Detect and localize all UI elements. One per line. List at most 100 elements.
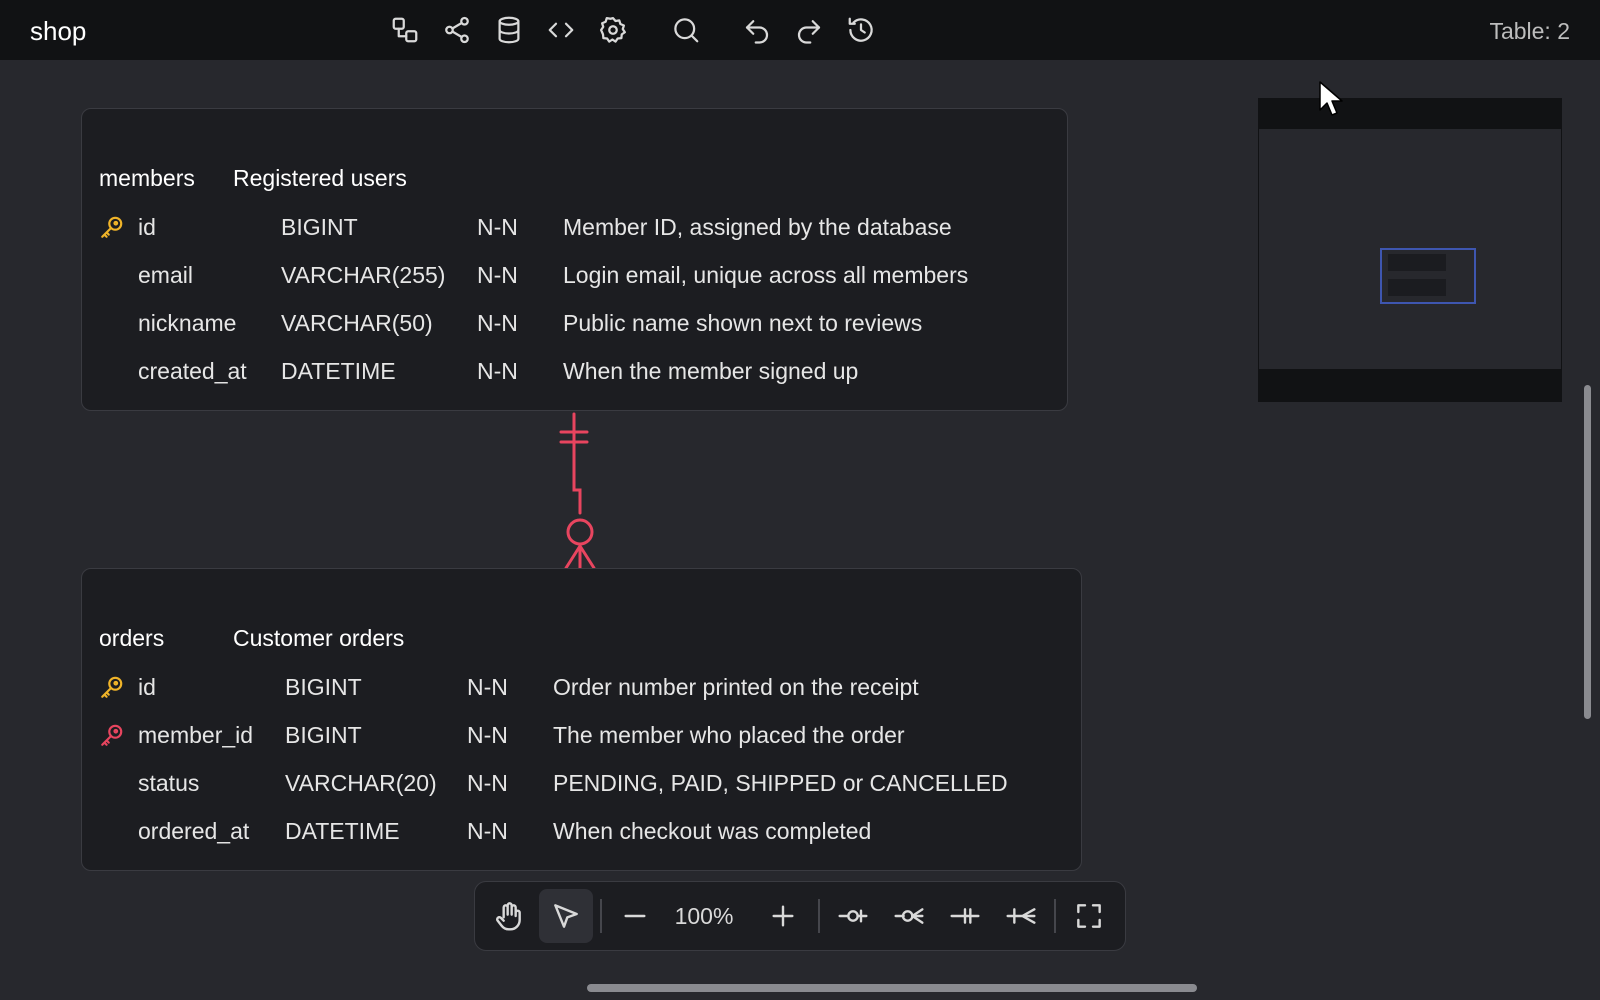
share-icon bbox=[445, 16, 469, 44]
undo-button[interactable] bbox=[739, 12, 775, 48]
top-bar: shop Table: 2 bbox=[0, 0, 1600, 60]
field-type: VARCHAR(255) bbox=[281, 261, 446, 288]
field-type: BIGINT bbox=[285, 721, 362, 748]
field-nullable: N-N bbox=[477, 213, 518, 240]
history-button[interactable] bbox=[843, 12, 879, 48]
table-header: orders Customer orders bbox=[99, 625, 404, 652]
field-name: member_id bbox=[138, 721, 254, 748]
redo-button[interactable] bbox=[791, 12, 827, 48]
undo-icon bbox=[745, 20, 769, 44]
field-type: DATETIME bbox=[285, 817, 400, 844]
app-title: shop bbox=[30, 16, 87, 46]
share-button[interactable] bbox=[439, 12, 475, 48]
relationship-line[interactable] bbox=[540, 410, 620, 570]
field-row[interactable]: ordered_at DATETIME N-N When checkout wa… bbox=[99, 816, 871, 846]
field-name: ordered_at bbox=[138, 817, 250, 844]
table-card-orders[interactable]: orders Customer orders id BIGINT N-N Ord… bbox=[81, 568, 1082, 871]
history-icon bbox=[848, 17, 873, 42]
field-nullable: N-N bbox=[477, 357, 518, 384]
zoom-level[interactable]: 100% bbox=[661, 903, 747, 930]
code-button[interactable] bbox=[543, 12, 579, 48]
field-row[interactable]: member_id BIGINT N-N The member who plac… bbox=[99, 720, 905, 750]
horizontal-scrollbar[interactable] bbox=[587, 984, 1197, 992]
field-name: nickname bbox=[138, 309, 237, 336]
field-comment: PENDING, PAID, SHIPPED or CANCELLED bbox=[553, 769, 1008, 796]
search-icon bbox=[674, 18, 699, 43]
toolbar-divider bbox=[818, 899, 820, 933]
field-row[interactable]: id BIGINT N-N Member ID, assigned by the… bbox=[99, 212, 952, 242]
field-type: VARCHAR(20) bbox=[285, 769, 437, 796]
primary-key-icon bbox=[101, 216, 123, 238]
database-button[interactable] bbox=[491, 12, 527, 48]
fullscreen-icon bbox=[1077, 904, 1101, 928]
database-icon bbox=[498, 16, 520, 44]
field-row[interactable]: id BIGINT N-N Order number printed on th… bbox=[99, 672, 919, 702]
field-row[interactable]: email VARCHAR(255) N-N Login email, uniq… bbox=[99, 260, 968, 290]
redo-icon bbox=[797, 20, 821, 44]
search-button[interactable] bbox=[668, 12, 704, 48]
zoom-in-button[interactable] bbox=[756, 889, 810, 943]
field-type: BIGINT bbox=[281, 213, 358, 240]
table-name: members bbox=[99, 165, 195, 191]
minimap-table bbox=[1388, 279, 1446, 296]
field-comment: When checkout was completed bbox=[553, 817, 872, 844]
settings-icon bbox=[600, 17, 626, 43]
select-tool-button[interactable] bbox=[539, 889, 593, 943]
field-nullable: N-N bbox=[467, 673, 508, 700]
minimap-viewport[interactable] bbox=[1380, 248, 1476, 304]
field-type: VARCHAR(50) bbox=[281, 309, 433, 336]
foreign-key-icon bbox=[101, 724, 123, 746]
minimap[interactable] bbox=[1258, 98, 1562, 402]
pan-tool-button[interactable] bbox=[482, 889, 536, 943]
toolbar-divider bbox=[1054, 899, 1056, 933]
field-nullable: N-N bbox=[477, 309, 518, 336]
field-comment: When the member signed up bbox=[563, 357, 859, 384]
table-comment: Customer orders bbox=[233, 625, 405, 651]
field-comment: The member who placed the order bbox=[553, 721, 905, 748]
one-and-only-one-button[interactable] bbox=[938, 889, 992, 943]
table-card-members[interactable]: members Registered users id BIGINT N-N M… bbox=[81, 108, 1068, 411]
toolbar-divider bbox=[600, 899, 602, 933]
field-name: id bbox=[138, 213, 156, 240]
plus-icon bbox=[772, 905, 794, 927]
mouse-cursor-icon bbox=[1319, 81, 1343, 116]
field-comment: Member ID, assigned by the database bbox=[563, 213, 952, 240]
field-comment: Public name shown next to reviews bbox=[563, 309, 923, 336]
minimap-table bbox=[1388, 254, 1446, 271]
zoom-out-button[interactable] bbox=[608, 889, 662, 943]
pointer-icon bbox=[554, 904, 578, 928]
field-nullable: N-N bbox=[467, 817, 508, 844]
field-type: BIGINT bbox=[285, 673, 362, 700]
field-comment: Order number printed on the receipt bbox=[553, 673, 919, 700]
table-header: members Registered users bbox=[99, 165, 407, 192]
zero-or-many-button[interactable] bbox=[882, 889, 936, 943]
diagram-icon bbox=[392, 17, 418, 43]
field-row[interactable]: status VARCHAR(20) N-N PENDING, PAID, SH… bbox=[99, 768, 1008, 798]
one-and-only-one-icon bbox=[950, 908, 980, 924]
settings-button[interactable] bbox=[595, 12, 631, 48]
one-or-many-button[interactable] bbox=[994, 889, 1048, 943]
vertical-scrollbar[interactable] bbox=[1584, 385, 1591, 719]
zero-or-many-icon bbox=[894, 908, 924, 924]
field-nullable: N-N bbox=[467, 721, 508, 748]
field-nullable: N-N bbox=[477, 261, 518, 288]
hand-icon bbox=[496, 902, 521, 931]
field-name: created_at bbox=[138, 357, 247, 384]
field-name: email bbox=[138, 261, 193, 288]
primary-key-icon bbox=[101, 676, 123, 698]
table-name: orders bbox=[99, 625, 165, 651]
field-row[interactable]: nickname VARCHAR(50) N-N Public name sho… bbox=[99, 308, 922, 338]
field-row[interactable]: created_at DATETIME N-N When the member … bbox=[99, 356, 858, 386]
canvas-toolbar: 100% bbox=[474, 881, 1126, 951]
diagram-button[interactable] bbox=[387, 12, 423, 48]
code-icon bbox=[548, 22, 574, 38]
fullscreen-button[interactable] bbox=[1062, 889, 1116, 943]
zero-or-one-button[interactable] bbox=[826, 889, 880, 943]
field-comment: Login email, unique across all members bbox=[563, 261, 969, 288]
one-or-many-icon bbox=[1006, 908, 1036, 924]
minus-icon bbox=[624, 914, 646, 918]
zero-or-one-icon bbox=[838, 909, 868, 923]
table-comment: Registered users bbox=[233, 165, 407, 191]
field-name: status bbox=[138, 769, 200, 796]
field-nullable: N-N bbox=[467, 769, 508, 796]
